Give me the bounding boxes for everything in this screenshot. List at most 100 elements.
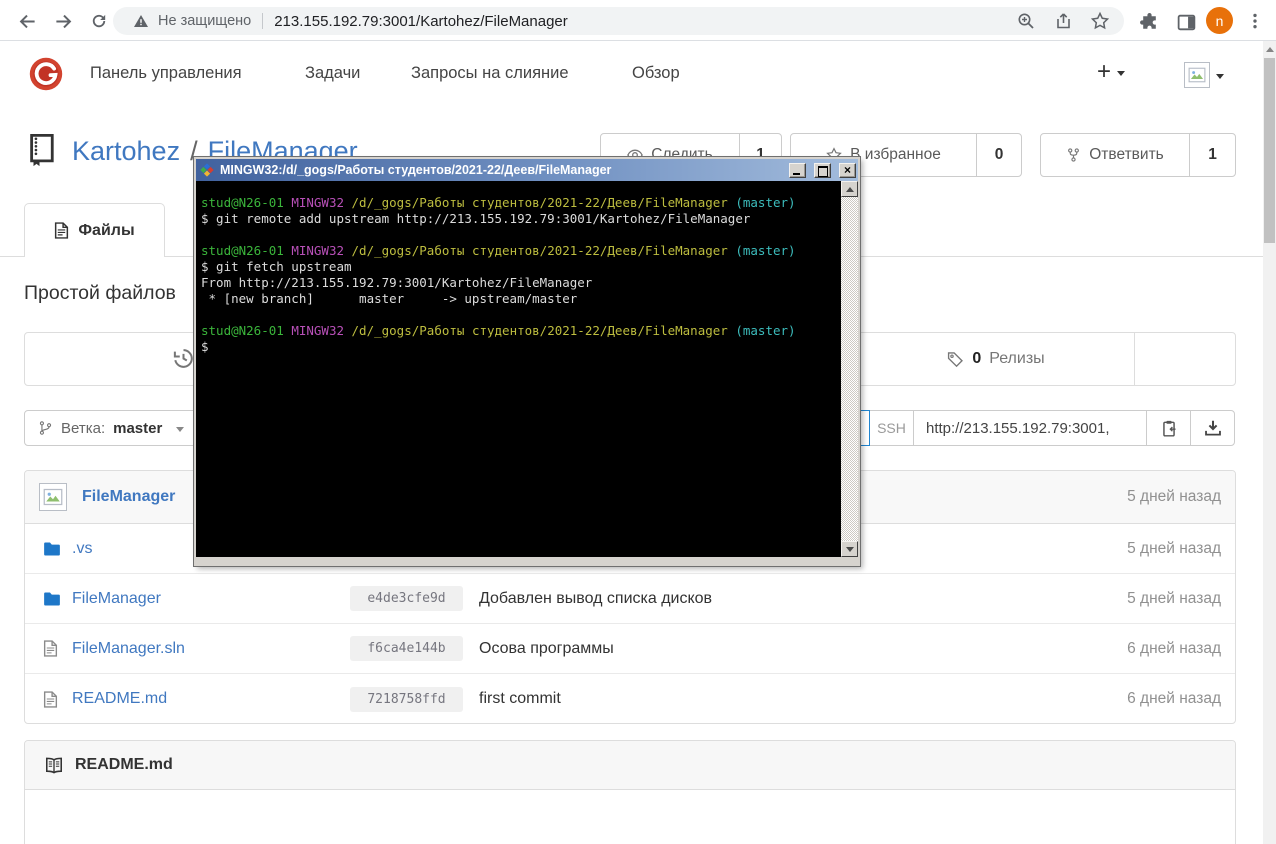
browser-toolbar: Не защищено 213.155.192.79:3001/Kartohez… xyxy=(0,0,1276,41)
gogs-logo[interactable] xyxy=(28,56,64,92)
ssh-protocol-button[interactable]: SSH xyxy=(869,410,914,446)
table-row-filemanager: FileManager e4de3cfe9d Добавлен вывод сп… xyxy=(25,574,1235,624)
latest-commit-time: 5 дней назад xyxy=(1127,488,1221,505)
nav-pull-requests[interactable]: Запросы на слияние xyxy=(411,64,569,83)
browser-profile-avatar[interactable]: n xyxy=(1206,7,1233,34)
readme-panel: README.md xyxy=(24,740,1236,844)
bookmark-star-icon[interactable] xyxy=(1090,11,1110,31)
commit-message: Осова программы xyxy=(479,639,614,657)
chevron-down-icon xyxy=(1216,73,1224,83)
commits-history-icon[interactable] xyxy=(172,347,195,370)
file-link[interactable]: FileManager xyxy=(72,590,161,608)
not-secure-warning-icon xyxy=(133,13,149,29)
user-menu-dropdown[interactable] xyxy=(1184,62,1224,88)
open-book-icon xyxy=(46,757,62,774)
commit-message: first commit xyxy=(479,690,561,707)
file-link[interactable]: .vs xyxy=(72,540,92,558)
scroll-up-button[interactable] xyxy=(841,181,858,197)
terminal-scrollbar[interactable] xyxy=(841,181,858,557)
clone-url-input[interactable] xyxy=(913,410,1147,446)
user-avatar-broken-image-icon xyxy=(1184,62,1210,88)
copy-url-button[interactable] xyxy=(1146,410,1191,446)
close-button[interactable]: × xyxy=(839,162,856,178)
download-icon xyxy=(1204,420,1221,436)
mintty-terminal-window[interactable]: MINGW32:/d/_gogs/Работы студентов/2021-2… xyxy=(194,157,860,566)
repo-book-icon xyxy=(26,133,56,167)
omnibox-divider xyxy=(262,13,264,29)
fork-button-group: Ответвить 1 xyxy=(1040,133,1236,177)
star-count[interactable]: 0 xyxy=(976,134,1021,176)
commit-hash-badge[interactable]: e4de3cfe9d xyxy=(350,586,463,611)
address-bar[interactable]: Не защищено 213.155.192.79:3001/Kartohez… xyxy=(113,7,1124,35)
file-time: 6 дней назад xyxy=(1127,639,1221,657)
repo-description: Простой файлов xyxy=(24,282,176,304)
clipboard-copy-icon xyxy=(1162,420,1176,437)
terminal-title: MINGW32:/d/_gogs/Работы студентов/2021-2… xyxy=(220,163,612,177)
nav-dashboard[interactable]: Панель управления xyxy=(90,64,242,83)
security-label: Не защищено xyxy=(158,13,252,29)
share-icon[interactable] xyxy=(1053,11,1073,31)
chevron-down-icon xyxy=(1117,70,1126,80)
branch-name: master xyxy=(113,419,163,437)
committer-avatar-broken-image-icon xyxy=(39,483,67,511)
screen: Не защищено 213.155.192.79:3001/Kartohez… xyxy=(0,0,1276,844)
clone-url-group: HTTP SSH xyxy=(812,410,1235,446)
releases-count: 0 xyxy=(972,350,982,367)
minimize-button[interactable] xyxy=(789,162,806,178)
browser-menu-dots-icon[interactable] xyxy=(1242,8,1268,34)
table-row-readme: README.md 7218758ffd first commit 6 дней… xyxy=(25,674,1235,724)
stats-divider xyxy=(1134,333,1135,385)
file-time: 5 дней назад xyxy=(1127,539,1221,557)
commit-hash-badge[interactable]: f6ca4e144b xyxy=(350,636,463,661)
file-icon xyxy=(43,690,58,708)
file-time: 6 дней назад xyxy=(1127,690,1221,707)
releases-stat[interactable]: 0 Релизы xyxy=(858,333,1134,385)
branch-icon xyxy=(39,421,52,435)
repo-owner-link[interactable]: Kartohez xyxy=(72,136,180,166)
reload-icon[interactable] xyxy=(86,8,112,34)
fork-icon xyxy=(1068,148,1080,162)
committer-name-link[interactable]: FileManager xyxy=(82,488,175,506)
scroll-down-button[interactable] xyxy=(841,541,858,557)
side-panel-icon[interactable] xyxy=(1173,9,1199,35)
folder-icon xyxy=(43,541,61,557)
nav-explore[interactable]: Обзор xyxy=(632,64,680,83)
terminal-output: stud@N26-01 MINGW32 /d/_gogs/Работы студ… xyxy=(201,195,796,354)
readme-title: README.md xyxy=(75,756,173,773)
nav-issues[interactable]: Задачи xyxy=(305,64,360,83)
scrollbar-up-arrow[interactable] xyxy=(1263,43,1276,56)
commit-hash-badge[interactable]: 7218758ffd xyxy=(350,686,463,712)
fork-count[interactable]: 1 xyxy=(1189,134,1235,176)
commit-message: Добавлен вывод списка дисков xyxy=(479,589,713,607)
mintty-git-icon[interactable] xyxy=(200,163,214,177)
terminal-body: stud@N26-01 MINGW32 /d/_gogs/Работы студ… xyxy=(196,181,858,557)
page-scrollbar[interactable] xyxy=(1263,41,1276,844)
download-archive-button[interactable] xyxy=(1190,410,1235,446)
file-time: 5 дней назад xyxy=(1127,589,1221,607)
readme-header: README.md xyxy=(25,741,1235,790)
file-link[interactable]: README.md xyxy=(72,690,167,708)
maximize-button[interactable] xyxy=(814,162,831,178)
file-icon xyxy=(55,222,69,239)
create-new-dropdown[interactable]: + xyxy=(1097,58,1126,85)
file-link[interactable]: FileManager.sln xyxy=(72,640,185,658)
chevron-down-icon xyxy=(176,426,185,436)
branch-selector[interactable]: Ветка: master xyxy=(24,410,210,446)
tag-icon xyxy=(948,351,964,367)
back-icon[interactable] xyxy=(14,8,40,34)
forward-icon[interactable] xyxy=(50,8,76,34)
table-row-filemanager-sln: FileManager.sln f6ca4e144b Осова програм… xyxy=(25,624,1235,674)
gogs-navbar: Панель управления Задачи Запросы на слия… xyxy=(0,42,1276,106)
folder-icon xyxy=(43,591,61,607)
extensions-puzzle-icon[interactable] xyxy=(1136,9,1162,35)
zoom-icon[interactable] xyxy=(1016,11,1036,31)
fork-button[interactable]: Ответвить xyxy=(1041,134,1189,176)
terminal-title-bar[interactable]: MINGW32:/d/_gogs/Работы студентов/2021-2… xyxy=(196,159,858,181)
plus-icon: + xyxy=(1097,58,1112,85)
branch-label: Ветка: xyxy=(61,419,106,437)
url-text: 213.155.192.79:3001/Kartohez/FileManager xyxy=(274,12,568,30)
file-icon xyxy=(43,640,58,657)
scrollbar-thumb[interactable] xyxy=(1264,58,1275,243)
releases-label: Релизы xyxy=(989,350,1045,367)
tab-files[interactable]: Файлы xyxy=(24,203,165,257)
